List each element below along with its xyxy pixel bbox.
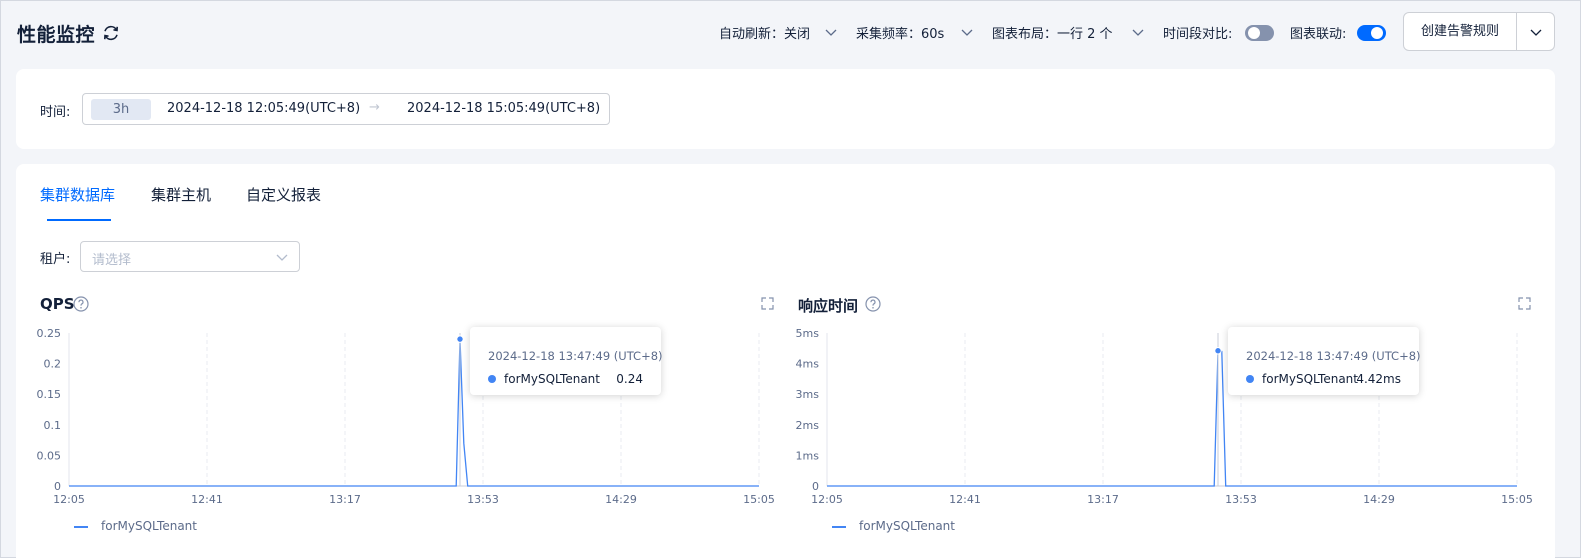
- compare-toggle[interactable]: [1245, 25, 1274, 41]
- time-start[interactable]: 2024-12-18 12:05:49(UTC+8): [167, 101, 360, 116]
- qps-chart-title: QPS: [40, 295, 75, 313]
- linkage-label: 图表联动:: [1290, 27, 1347, 42]
- y-tick-label: 0.25: [37, 327, 62, 340]
- sample-rate-select[interactable]: 采集频率：60s: [856, 23, 944, 42]
- x-tick-label: 12:05: [53, 493, 85, 506]
- series-dot: [1246, 375, 1254, 383]
- tab-custom-report[interactable]: 自定义报表: [246, 184, 321, 205]
- y-tick-label: 5ms: [796, 327, 820, 340]
- x-tick-label: 14:29: [605, 493, 637, 506]
- time-end[interactable]: 2024-12-18 15:05:49(UTC+8): [407, 101, 600, 116]
- tab-cluster-host[interactable]: 集群主机: [151, 184, 211, 205]
- time-range-tag[interactable]: 3h: [91, 99, 151, 120]
- tab-cluster-database[interactable]: 集群数据库: [40, 184, 115, 205]
- create-alert-button[interactable]: 创建告警规则: [1403, 12, 1517, 51]
- chevron-down-icon: [1530, 29, 1542, 36]
- y-tick-label: 1ms: [796, 449, 820, 462]
- x-tick-label: 12:05: [811, 493, 843, 506]
- linkage-toggle[interactable]: [1357, 25, 1386, 41]
- rt-chart-title: 响应时间: [798, 297, 859, 315]
- y-tick-label: 4ms: [796, 358, 820, 371]
- time-label: 时间:: [40, 105, 71, 120]
- refresh-icon[interactable]: [101, 23, 121, 43]
- y-tick-label: 2ms: [796, 419, 820, 432]
- data-point: [1214, 347, 1222, 355]
- tenant-label: 租户:: [40, 252, 71, 267]
- tenant-select[interactable]: 请选择: [80, 241, 300, 272]
- y-tick-label: 0.1: [44, 419, 62, 432]
- legend-swatch: [832, 526, 846, 528]
- chevron-down-icon[interactable]: [824, 25, 838, 39]
- tooltip-value: 4.42ms: [1356, 372, 1401, 386]
- compare-label: 时间段对比:: [1163, 27, 1233, 42]
- chart-layout-select[interactable]: 图表布局：一行 2 个: [992, 23, 1113, 42]
- tenant-placeholder: 请选择: [92, 253, 132, 268]
- expand-icon[interactable]: [1518, 297, 1531, 310]
- series-dot: [488, 375, 496, 383]
- chevron-down-icon[interactable]: [1131, 25, 1145, 39]
- rt-tooltip: 2024-12-18 13:47:49 (UTC+8) forMySQLTena…: [1228, 327, 1421, 395]
- qps-legend-item[interactable]: forMySQLTenant: [101, 519, 197, 533]
- tooltip-time: 2024-12-18 13:47:49 (UTC+8): [1246, 349, 1421, 363]
- qps-tooltip: 2024-12-18 13:47:49 (UTC+8) forMySQLTena…: [470, 327, 663, 395]
- qps-chart[interactable]: 0 0.05 0.1 0.15 0.2 0.25 12:05 12:41 13:17 13:53 1…: [16, 324, 786, 514]
- help-icon[interactable]: [865, 296, 881, 312]
- tooltip-time: 2024-12-18 13:47:49 (UTC+8): [488, 349, 663, 363]
- rt-chart[interactable]: 0 1ms 2ms 3ms 4ms 5ms 12:05 12:41 13:17 13:53 14:2…: [774, 324, 1554, 514]
- chevron-down-icon[interactable]: [960, 25, 974, 39]
- expand-icon[interactable]: [761, 297, 774, 310]
- tab-active-indicator: [47, 219, 111, 221]
- x-tick-label: 13:53: [1225, 493, 1257, 506]
- x-tick-label: 13:17: [1087, 493, 1119, 506]
- arrow-right-icon: →: [369, 100, 380, 115]
- x-tick-label: 12:41: [191, 493, 223, 506]
- legend-swatch: [74, 526, 88, 528]
- x-tick-label: 15:05: [1501, 493, 1533, 506]
- tooltip-series-name: forMySQLTenant: [1262, 372, 1358, 386]
- y-tick-label: 0.15: [37, 388, 62, 401]
- y-tick-label: 0: [812, 480, 819, 493]
- y-tick-label: 0.05: [37, 449, 62, 462]
- page-title: 性能监控: [17, 24, 96, 46]
- y-tick-label: 0.2: [44, 358, 62, 371]
- time-range-picker[interactable]: 3h 2024-12-18 12:05:49(UTC+8) → 2024-12-…: [82, 93, 610, 125]
- y-tick-label: 0: [54, 480, 61, 493]
- create-alert-dropdown-button[interactable]: [1516, 12, 1555, 51]
- x-tick-label: 12:41: [949, 493, 981, 506]
- rt-legend-item[interactable]: forMySQLTenant: [859, 519, 955, 533]
- x-tick-label: 13:17: [329, 493, 361, 506]
- chevron-down-icon: [276, 254, 288, 261]
- x-tick-label: 13:53: [467, 493, 499, 506]
- tooltip-series-name: forMySQLTenant: [504, 372, 600, 386]
- data-point: [456, 335, 464, 343]
- auto-refresh-select[interactable]: 自动刷新：关闭: [719, 23, 810, 42]
- x-tick-label: 14:29: [1363, 493, 1395, 506]
- x-tick-label: 15:05: [743, 493, 775, 506]
- tooltip-value: 0.24: [616, 372, 643, 386]
- help-icon[interactable]: [73, 296, 89, 312]
- page-header: 性能监控 自动刷新：关闭 采集频率：60s 图表布局：一行 2 个 时间段对比:…: [1, 1, 1581, 65]
- main-card: 集群数据库 集群主机 自定义报表 租户: 请选择 QPS 响应时间 0 0.05 0…: [16, 164, 1555, 558]
- y-tick-label: 3ms: [796, 388, 820, 401]
- time-card: 时间: 3h 2024-12-18 12:05:49(UTC+8) → 2024…: [16, 69, 1555, 149]
